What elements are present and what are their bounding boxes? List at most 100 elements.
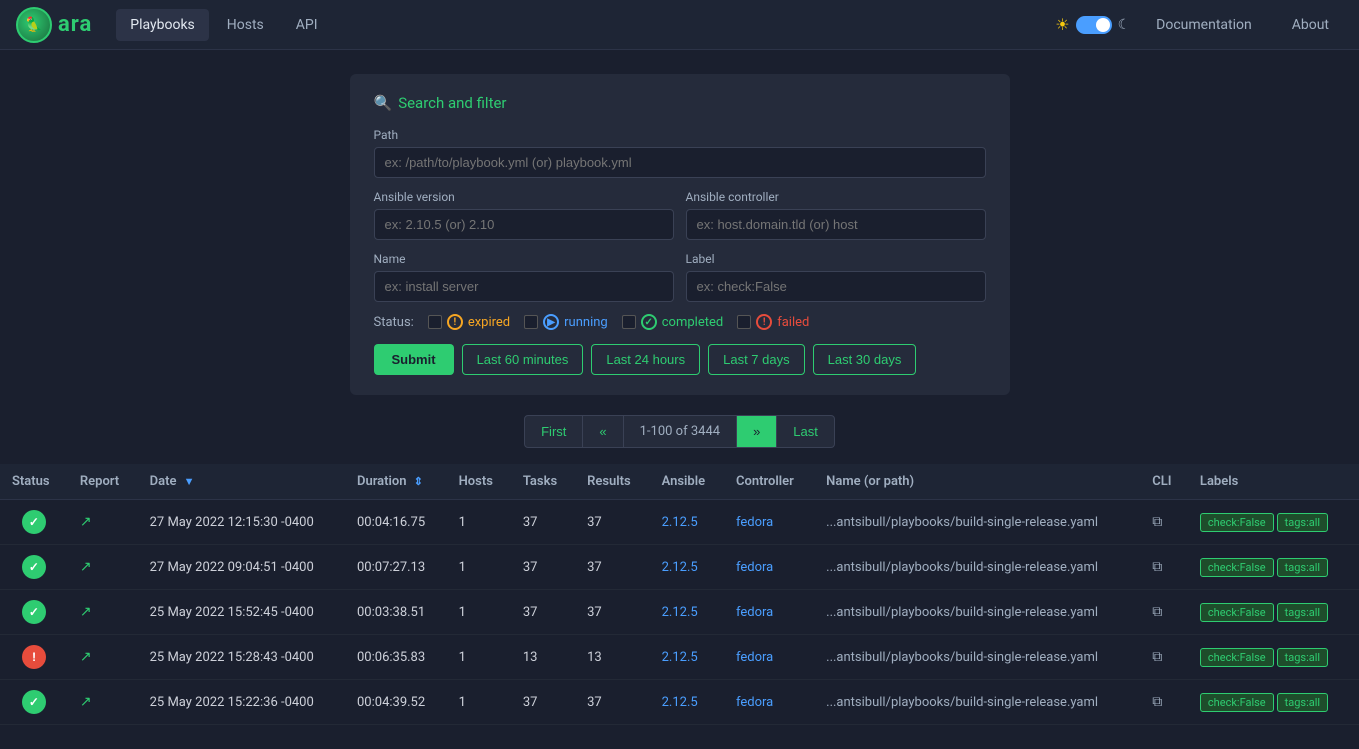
report-cell[interactable]: ↗	[68, 680, 138, 725]
tag[interactable]: tags:all	[1277, 603, 1328, 622]
last30-button[interactable]: Last 30 days	[813, 344, 917, 375]
tag[interactable]: check:False	[1200, 558, 1274, 577]
path-cell: ...antsibull/playbooks/build-single-rele…	[814, 635, 1140, 680]
cli-icon[interactable]: ⧉	[1152, 649, 1162, 665]
ansible-controller-label: Ansible controller	[686, 190, 986, 204]
tag[interactable]: tags:all	[1277, 648, 1328, 667]
tag[interactable]: check:False	[1200, 513, 1274, 532]
report-link[interactable]: ↗	[80, 559, 92, 575]
cli-cell[interactable]: ⧉	[1140, 680, 1188, 725]
logo-text: ara	[58, 12, 92, 37]
tag[interactable]: tags:all	[1277, 558, 1328, 577]
labels-cell: check:Falsetags:all	[1188, 545, 1359, 590]
cli-cell[interactable]: ⧉	[1140, 590, 1188, 635]
cli-cell[interactable]: ⧉	[1140, 545, 1188, 590]
expired-icon: !	[447, 314, 463, 330]
running-checkbox[interactable]	[524, 315, 538, 329]
status-icon: ✓	[22, 510, 46, 534]
duration-cell: 00:04:16.75	[345, 500, 447, 545]
theme-toggle[interactable]: ☀ ☾	[1055, 15, 1130, 34]
table-container: Status Report Date ▼ Duration ⇕ Hosts Ta…	[0, 464, 1359, 725]
report-cell[interactable]: ↗	[68, 500, 138, 545]
controller-cell[interactable]: fedora	[724, 680, 814, 725]
status-icon: ✓	[22, 690, 46, 714]
duration-cell: 00:07:27.13	[345, 545, 447, 590]
report-link[interactable]: ↗	[80, 649, 92, 665]
ansible-controller-input[interactable]	[686, 209, 986, 240]
toggle-track[interactable]	[1076, 16, 1112, 34]
col-results: Results	[575, 464, 650, 500]
nav-api[interactable]: API	[282, 9, 332, 41]
last7-button[interactable]: Last 7 days	[708, 344, 805, 375]
report-cell[interactable]: ↗	[68, 545, 138, 590]
report-cell[interactable]: ↗	[68, 590, 138, 635]
last-page-button[interactable]: Last	[777, 415, 835, 448]
ansible-cell[interactable]: 2.12.5	[650, 500, 724, 545]
nav-links: Playbooks Hosts API	[116, 9, 1055, 41]
controller-cell[interactable]: fedora	[724, 590, 814, 635]
cli-cell[interactable]: ⧉	[1140, 635, 1188, 680]
prev-page-button[interactable]: «	[583, 415, 623, 448]
tag[interactable]: check:False	[1200, 693, 1274, 712]
results-cell: 37	[575, 500, 650, 545]
first-page-button[interactable]: First	[524, 415, 583, 448]
col-hosts: Hosts	[447, 464, 511, 500]
ansible-version-input[interactable]	[374, 209, 674, 240]
cli-icon[interactable]: ⧉	[1152, 694, 1162, 710]
tag[interactable]: tags:all	[1277, 513, 1328, 532]
labels-cell: check:Falsetags:all	[1188, 680, 1359, 725]
col-duration[interactable]: Duration ⇕	[345, 464, 447, 500]
nav-about[interactable]: About	[1278, 9, 1343, 41]
duration-cell: 00:04:39.52	[345, 680, 447, 725]
controller-cell[interactable]: fedora	[724, 500, 814, 545]
report-link[interactable]: ↗	[80, 694, 92, 710]
tag[interactable]: check:False	[1200, 648, 1274, 667]
ansible-cell[interactable]: 2.12.5	[650, 590, 724, 635]
tag[interactable]: check:False	[1200, 603, 1274, 622]
status-running[interactable]: ▶ running	[524, 314, 608, 330]
label-input[interactable]	[686, 271, 986, 302]
nav-documentation[interactable]: Documentation	[1142, 9, 1266, 41]
nav-playbooks[interactable]: Playbooks	[116, 9, 209, 41]
next-page-button[interactable]: »	[736, 415, 777, 448]
ansible-cell[interactable]: 2.12.5	[650, 545, 724, 590]
name-input[interactable]	[374, 271, 674, 302]
completed-checkbox[interactable]	[622, 315, 636, 329]
status-icon: !	[22, 645, 46, 669]
ansible-cell[interactable]: 2.12.5	[650, 635, 724, 680]
report-cell[interactable]: ↗	[68, 635, 138, 680]
search-title: 🔍 Search and filter	[374, 94, 986, 112]
status-completed[interactable]: ✓ completed	[622, 314, 723, 330]
pagination: First « 1-100 of 3444 » Last	[0, 415, 1359, 448]
report-link[interactable]: ↗	[80, 514, 92, 530]
tag[interactable]: tags:all	[1277, 693, 1328, 712]
last24-button[interactable]: Last 24 hours	[591, 344, 700, 375]
table-row: ✓ ↗ 27 May 2022 12:15:30 -0400 00:04:16.…	[0, 500, 1359, 545]
controller-cell[interactable]: fedora	[724, 545, 814, 590]
cli-icon[interactable]: ⧉	[1152, 559, 1162, 575]
status-failed[interactable]: ! failed	[737, 314, 809, 330]
report-link[interactable]: ↗	[80, 604, 92, 620]
path-input[interactable]	[374, 147, 986, 178]
failed-checkbox[interactable]	[737, 315, 751, 329]
version-controller-row: Ansible version Ansible controller	[374, 190, 986, 240]
submit-button[interactable]: Submit	[374, 344, 454, 375]
cli-cell[interactable]: ⧉	[1140, 500, 1188, 545]
status-icon: ✓	[22, 600, 46, 624]
last60-button[interactable]: Last 60 minutes	[462, 344, 584, 375]
tasks-cell: 37	[511, 680, 575, 725]
status-cell: ✓	[0, 590, 68, 635]
path-cell: ...antsibull/playbooks/build-single-rele…	[814, 680, 1140, 725]
cli-icon[interactable]: ⧉	[1152, 604, 1162, 620]
table-row: ! ↗ 25 May 2022 15:28:43 -0400 00:06:35.…	[0, 635, 1359, 680]
logo[interactable]: 🦜 ara	[16, 7, 92, 43]
col-date[interactable]: Date ▼	[138, 464, 345, 500]
controller-cell[interactable]: fedora	[724, 635, 814, 680]
cli-icon[interactable]: ⧉	[1152, 514, 1162, 530]
ansible-cell[interactable]: 2.12.5	[650, 680, 724, 725]
labels-cell: check:Falsetags:all	[1188, 500, 1359, 545]
results-cell: 37	[575, 590, 650, 635]
expired-checkbox[interactable]	[428, 315, 442, 329]
nav-hosts[interactable]: Hosts	[213, 9, 278, 41]
status-expired[interactable]: ! expired	[428, 314, 510, 330]
